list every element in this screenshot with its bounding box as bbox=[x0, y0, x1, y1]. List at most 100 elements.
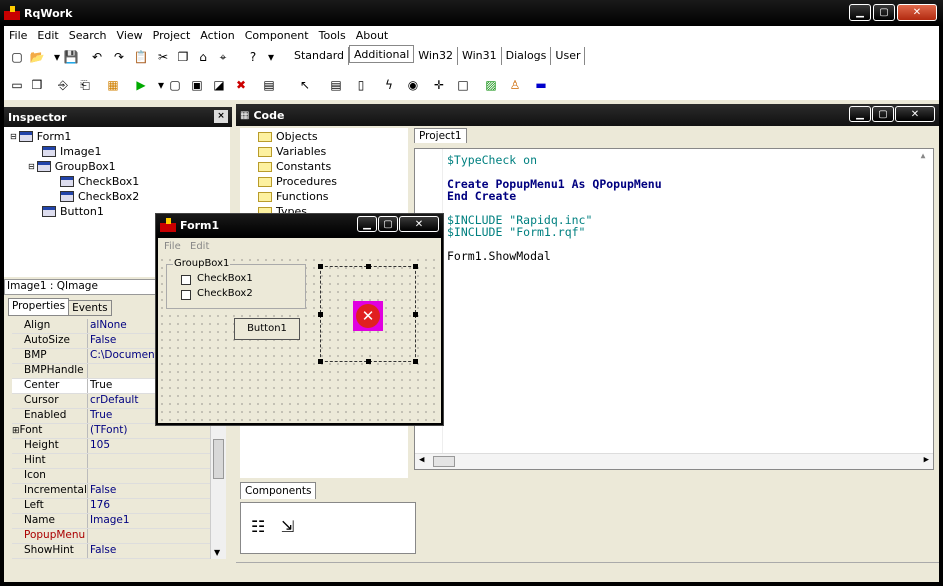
tree-item-checkbox2[interactable]: CheckBox2 bbox=[60, 190, 139, 203]
lightning-icon[interactable]: ϟ bbox=[380, 76, 398, 94]
form1-menu-file[interactable]: File bbox=[164, 241, 181, 252]
checkbox2-box[interactable] bbox=[181, 290, 191, 300]
tree-item-checkbox1[interactable]: CheckBox1 bbox=[60, 175, 139, 188]
component-menu-icon[interactable]: ☷ bbox=[251, 517, 265, 536]
menu-project[interactable]: Project bbox=[148, 29, 196, 42]
code-close-button[interactable]: ✕ bbox=[895, 106, 935, 122]
resize-handle[interactable] bbox=[318, 359, 323, 364]
expand-icon[interactable]: ⊞ bbox=[12, 426, 20, 436]
tree-item-objects[interactable]: Objects bbox=[258, 130, 318, 143]
tree-item-image1[interactable]: Image1 bbox=[42, 145, 101, 158]
inspector-close-icon[interactable]: × bbox=[214, 110, 228, 123]
menu-action[interactable]: Action bbox=[195, 29, 239, 42]
tab-components[interactable]: Components bbox=[240, 482, 317, 499]
step-over-icon[interactable]: ⎗ bbox=[76, 76, 94, 94]
tree-item-variables[interactable]: Variables bbox=[258, 145, 326, 158]
home-icon[interactable]: ⌂ bbox=[194, 48, 212, 66]
image-icon[interactable]: ▨ bbox=[482, 76, 500, 94]
prop-row[interactable]: Name Image1 bbox=[12, 514, 214, 529]
maximize-button[interactable]: ▢ bbox=[873, 4, 895, 21]
chart-icon[interactable]: ◪ bbox=[210, 76, 228, 94]
compile-icon[interactable]: ▤ bbox=[260, 76, 278, 94]
blank-box-icon[interactable]: □ bbox=[454, 76, 472, 94]
code-editor[interactable]: $TypeCheck on Create PopupMenu1 As QPopu… bbox=[414, 148, 934, 470]
button1[interactable]: Button1 bbox=[234, 318, 300, 340]
form-icon[interactable]: ▢ bbox=[166, 76, 184, 94]
redo-icon[interactable]: ↷ bbox=[110, 48, 128, 66]
groupbox1[interactable]: GroupBox1 CheckBox1 CheckBox2 bbox=[166, 258, 306, 309]
hscroll-thumb[interactable] bbox=[433, 456, 455, 467]
scroll-down-arrow-icon[interactable]: ▼ bbox=[214, 548, 220, 557]
form1-menu-edit[interactable]: Edit bbox=[190, 241, 209, 252]
pointer-icon[interactable]: ↖ bbox=[296, 76, 314, 94]
code-hscroll[interactable]: ◀ ▶ bbox=[415, 453, 933, 469]
tab-properties[interactable]: Properties bbox=[8, 298, 70, 316]
copy-icon[interactable]: ❐ bbox=[174, 48, 192, 66]
run-icon[interactable]: ▶ bbox=[132, 76, 150, 94]
tree-item-button1[interactable]: Button1 bbox=[42, 205, 104, 218]
prop-row[interactable]: Left 176 bbox=[12, 499, 214, 514]
resize-handle[interactable] bbox=[318, 264, 323, 269]
tab-win32[interactable]: Win32 bbox=[414, 47, 458, 65]
canvas-icon[interactable]: ♙ bbox=[506, 76, 524, 94]
resize-handle[interactable] bbox=[413, 264, 418, 269]
code-minimize-button[interactable]: ▁ bbox=[849, 106, 871, 122]
help-dropdown-icon[interactable]: ▾ bbox=[262, 48, 280, 66]
resize-handle[interactable] bbox=[366, 359, 371, 364]
menu-file[interactable]: File bbox=[4, 29, 32, 42]
scroll-left-icon[interactable]: ◀ bbox=[419, 455, 424, 465]
menu-about[interactable]: About bbox=[351, 29, 394, 42]
scroll-thumb[interactable] bbox=[213, 439, 224, 479]
splitter-icon[interactable]: ✛ bbox=[430, 76, 448, 94]
form1-close-button[interactable]: ✕ bbox=[399, 216, 439, 232]
image1-selection[interactable]: ✕ bbox=[318, 264, 418, 364]
ok-button-icon[interactable]: ◉ bbox=[404, 76, 422, 94]
progress-icon[interactable]: ▬ bbox=[532, 76, 550, 94]
component-popup-icon[interactable]: ⇲ bbox=[281, 517, 294, 536]
help-icon[interactable]: ? bbox=[244, 48, 262, 66]
cut-icon[interactable]: ✂ bbox=[154, 48, 172, 66]
window-icon[interactable]: ▭ bbox=[8, 76, 26, 94]
tab-dialogs[interactable]: Dialogs bbox=[502, 47, 552, 65]
tree-item-procedures[interactable]: Procedures bbox=[258, 175, 337, 188]
tree-item-functions[interactable]: Functions bbox=[258, 190, 329, 203]
form1-maximize-button[interactable]: ▢ bbox=[378, 216, 398, 232]
windows-icon[interactable]: ❒ bbox=[28, 76, 46, 94]
tree-item-constants[interactable]: Constants bbox=[258, 160, 331, 173]
tab-project1[interactable]: Project1 bbox=[414, 128, 467, 143]
menu-search[interactable]: Search bbox=[64, 29, 112, 42]
grid-icon[interactable]: ▦ bbox=[104, 76, 122, 94]
select-icon[interactable]: ⌖ bbox=[214, 48, 232, 66]
resize-handle[interactable] bbox=[413, 312, 418, 317]
tree-item-form1[interactable]: ⊟ Form1 bbox=[10, 130, 71, 143]
menu-edit[interactable]: Edit bbox=[32, 29, 63, 42]
prop-row[interactable]: Icon bbox=[12, 469, 214, 484]
panel-icon[interactable]: ▯ bbox=[352, 76, 370, 94]
new-file-icon[interactable]: ▢ bbox=[8, 48, 26, 66]
tab-events[interactable]: Events bbox=[69, 300, 112, 316]
prop-row[interactable]: PopupMenu bbox=[12, 529, 214, 544]
resize-handle[interactable] bbox=[413, 359, 418, 364]
undo-icon[interactable]: ↶ bbox=[88, 48, 106, 66]
code-vscroll[interactable]: ▲ bbox=[915, 151, 931, 453]
paste-icon[interactable]: 📋 bbox=[132, 48, 150, 66]
resize-handle[interactable] bbox=[318, 312, 323, 317]
prop-row[interactable]: Hint bbox=[12, 454, 214, 469]
menu-tools[interactable]: Tools bbox=[314, 29, 351, 42]
console-icon[interactable]: ▣ bbox=[188, 76, 206, 94]
prop-row[interactable]: ⊞Font (TFont) bbox=[12, 424, 214, 439]
save-icon[interactable]: 💾 bbox=[62, 48, 80, 66]
checkbox1-box[interactable] bbox=[181, 275, 191, 285]
tab-standard[interactable]: Standard bbox=[290, 47, 350, 65]
richedit-icon[interactable]: ▤ bbox=[324, 74, 348, 96]
stop-icon[interactable]: ✖ bbox=[232, 76, 250, 94]
scroll-right-icon[interactable]: ▶ bbox=[924, 455, 929, 465]
prop-row[interactable]: ShowHint False bbox=[12, 544, 214, 559]
minimize-button[interactable]: ▁ bbox=[849, 4, 871, 21]
prop-row[interactable]: Height 105 bbox=[12, 439, 214, 454]
resize-handle[interactable] bbox=[366, 264, 371, 269]
menu-component[interactable]: Component bbox=[240, 29, 314, 42]
tree-item-groupbox1[interactable]: ⊟ GroupBox1 bbox=[28, 160, 116, 173]
prop-row[interactable]: IncrementalDisFalse bbox=[12, 484, 214, 499]
open-file-icon[interactable]: 📂 bbox=[28, 48, 46, 66]
